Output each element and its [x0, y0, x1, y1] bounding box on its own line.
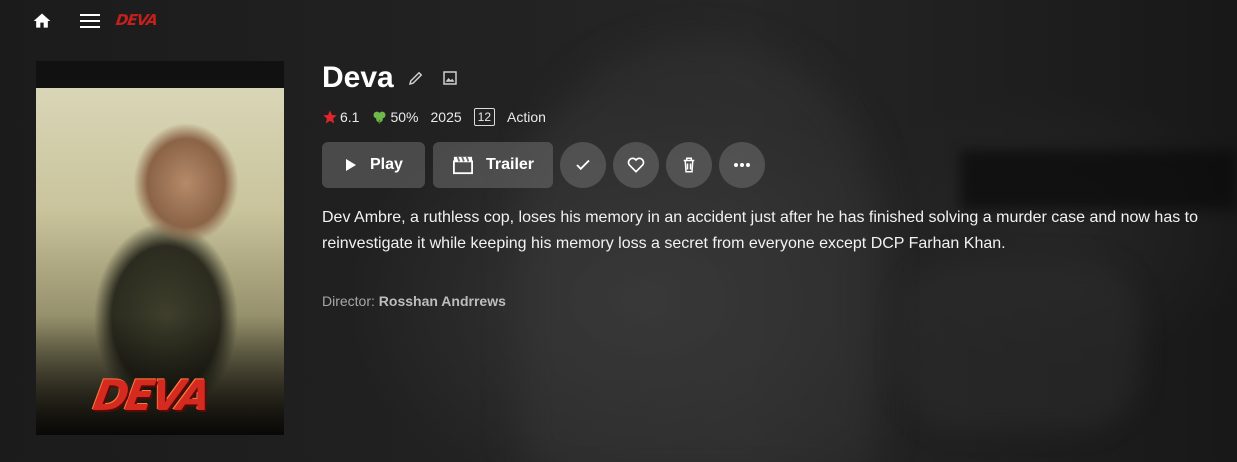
fresh-clover-icon [371, 109, 388, 125]
more-horizontal-icon [734, 163, 750, 167]
official-rating-badge: 12 [473, 108, 496, 126]
metadata-row: 6.1 50% 2025 12 Action [322, 107, 558, 127]
genre: Action [507, 109, 546, 125]
community-rating: 6.1 [322, 109, 359, 125]
page-title: Deva [322, 61, 394, 94]
mark-watched-button[interactable] [560, 142, 606, 188]
hamburger-menu-icon[interactable] [78, 10, 102, 32]
director-name-link[interactable]: Rosshan Andrrews [379, 293, 506, 309]
checkmark-icon [576, 159, 590, 171]
home-icon[interactable] [30, 10, 54, 32]
edit-pencil-icon[interactable] [407, 69, 425, 87]
trailer-button[interactable]: Trailer [433, 142, 553, 188]
favorite-button[interactable] [613, 142, 659, 188]
heart-icon [627, 157, 645, 173]
overview-text: Dev Ambre, a ruthless cop, loses his mem… [322, 209, 1198, 252]
image-icon[interactable] [441, 69, 459, 87]
star-icon [322, 109, 338, 125]
delete-button[interactable] [666, 142, 712, 188]
top-bar: DEVA [0, 0, 1237, 42]
release-year: 2025 [430, 109, 462, 125]
logo[interactable]: DEVA [114, 9, 158, 31]
play-icon [344, 158, 358, 172]
play-button[interactable]: Play [322, 142, 425, 188]
clapperboard-icon [452, 155, 474, 175]
director-line: Director: Rosshan Andrrews [322, 293, 506, 309]
poster-title-art: DEVA [89, 371, 213, 420]
critic-rating: 50% [371, 109, 419, 125]
poster-image: DEVA [36, 61, 284, 435]
more-options-button[interactable] [719, 142, 765, 188]
trash-icon [683, 157, 695, 173]
